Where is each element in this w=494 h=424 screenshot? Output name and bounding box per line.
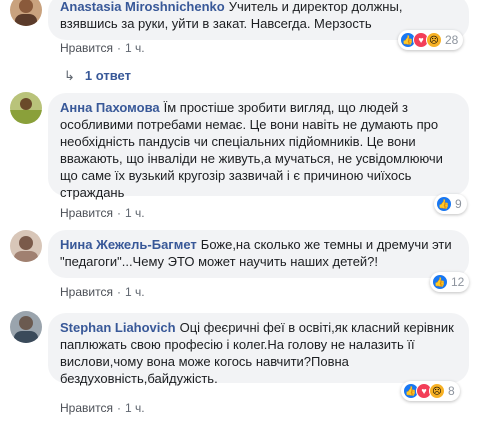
- reply-arrow-icon: ↳: [64, 68, 75, 83]
- comment-time[interactable]: 1 ч.: [125, 401, 145, 415]
- sad-icon: ☹: [429, 383, 445, 399]
- comment-author[interactable]: Stephan Liahovich: [60, 320, 176, 335]
- sad-icon: ☹: [426, 32, 442, 48]
- reaction-summary[interactable]: 👍 9: [434, 194, 467, 214]
- reaction-summary[interactable]: 👍 ♥ ☹ 8: [401, 381, 460, 401]
- replies-label[interactable]: 1 ответ: [85, 68, 131, 83]
- like-link[interactable]: Нравится: [60, 285, 113, 299]
- comment-bubble: Нина Жежель-Багмет Боже,на сколько же тем…: [48, 230, 469, 278]
- reaction-count: 9: [455, 197, 462, 211]
- comment-author[interactable]: Anastasia Miroshnichenko: [60, 0, 225, 14]
- comment-actions: Нравится · 1 ч.: [60, 41, 145, 55]
- comment-actions: Нравится · 1 ч.: [60, 401, 145, 415]
- reaction-count: 8: [448, 384, 455, 398]
- avatar[interactable]: [10, 92, 42, 124]
- like-icon: 👍: [432, 274, 448, 290]
- comment-time[interactable]: 1 ч.: [125, 285, 145, 299]
- view-replies-link[interactable]: ↳ 1 ответ: [64, 68, 131, 84]
- avatar[interactable]: [10, 230, 42, 262]
- like-link[interactable]: Нравится: [60, 206, 113, 220]
- like-link[interactable]: Нравится: [60, 41, 113, 55]
- comment-bubble: Stephan Liahovich Оці феєричні феї в осві…: [48, 313, 469, 386]
- comment-author[interactable]: Нина Жежель-Багмет: [60, 237, 197, 252]
- reaction-count: 12: [451, 275, 465, 289]
- like-icon: 👍: [436, 196, 452, 212]
- comment-time[interactable]: 1 ч.: [125, 41, 145, 55]
- comment-actions: Нравится · 1 ч.: [60, 206, 145, 220]
- like-link[interactable]: Нравится: [60, 401, 113, 415]
- comment-bubble: Анна Пахомова Їм простіше зробити вигляд,…: [48, 93, 469, 200]
- comment-actions: Нравится · 1 ч.: [60, 285, 145, 299]
- avatar[interactable]: [10, 0, 42, 26]
- reaction-count: 28: [445, 33, 459, 47]
- avatar[interactable]: [10, 311, 42, 343]
- reaction-summary[interactable]: 👍 ♥ ☹ 28: [398, 30, 464, 50]
- comment-time[interactable]: 1 ч.: [125, 206, 145, 220]
- comment-text: Їм простіше зробити вигляд, що людей з о…: [60, 100, 443, 200]
- comment-author[interactable]: Анна Пахомова: [60, 100, 160, 115]
- reaction-summary[interactable]: 👍 12: [430, 272, 470, 292]
